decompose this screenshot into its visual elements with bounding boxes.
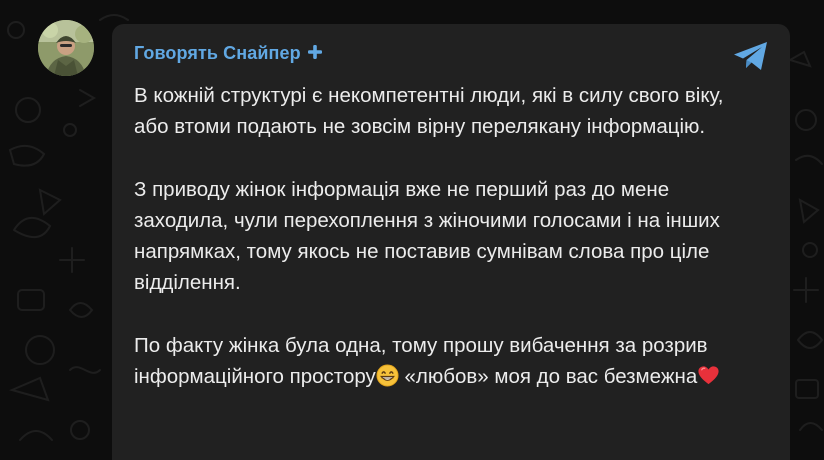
grinning-face-icon	[376, 364, 399, 387]
red-heart-icon	[698, 366, 719, 384]
soldier-photo-icon	[38, 20, 94, 76]
plus-icon	[307, 45, 322, 59]
message-text: В кожній структурі є некомпетентні люди,…	[134, 80, 744, 392]
telegram-icon[interactable]	[732, 40, 770, 72]
sender-avatar[interactable]	[38, 20, 94, 76]
chat-background: Говорять Снайпер В кожній структурі є не…	[0, 0, 824, 460]
message-paragraph-3-text-end: «любов» моя до вас безмежна	[398, 364, 698, 388]
sender-name[interactable]: Говорять Снайпер	[134, 42, 301, 64]
message-paragraph-2: З приводу жінок інформація вже не перший…	[134, 177, 720, 295]
sender-row: Говорять Снайпер	[134, 42, 323, 64]
message-bubble: Говорять Снайпер В кожній структурі є не…	[112, 24, 790, 460]
message-paragraph-1: В кожній структурі є некомпетентні люди,…	[134, 84, 724, 139]
message-paragraph-3: По факту жінка була одна, тому прошу виб…	[134, 330, 744, 392]
